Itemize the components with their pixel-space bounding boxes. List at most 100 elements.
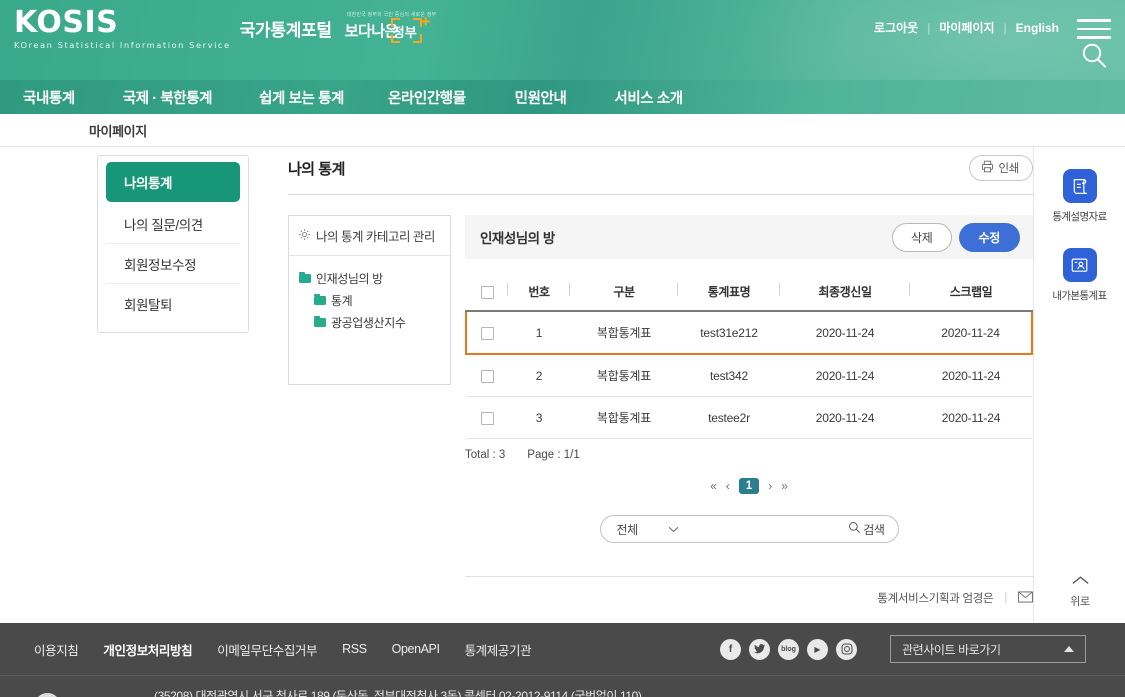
nav-item-civil-service[interactable]: 민원안내 — [515, 87, 567, 108]
sidebar-item-my-statistics[interactable]: 나의통계 — [106, 162, 240, 202]
nav-item-online-publications[interactable]: 온라인간행물 — [388, 87, 466, 108]
content-body: 나의 통계 카테고리 관리 인재성님의 방 통계 광공업생산지수 인재성님의 방… — [288, 215, 1033, 606]
sidebar-item-label: 나의통계 — [124, 176, 173, 191]
column-label: 통계표명 — [707, 285, 751, 299]
page-number-1[interactable]: 1 — [738, 478, 760, 494]
search-bar: 전체 검색 — [599, 515, 899, 543]
content-header: 나의 통계 인쇄 — [288, 155, 1033, 194]
row-last-updated: 2020-11-24 — [780, 354, 910, 397]
mail-icon[interactable] — [1018, 590, 1033, 606]
folder-icon — [314, 315, 326, 327]
row-type: 복합통계표 — [570, 396, 678, 439]
quick-item-viewed-tables[interactable]: 내가본통계표 — [1052, 248, 1107, 303]
scroll-to-top-label: 위로 — [1070, 596, 1090, 608]
quick-access-bar: 통계설명자료 내가본통계표 위로 — [1033, 147, 1125, 623]
search-input[interactable] — [688, 522, 849, 536]
folder-icon — [299, 271, 311, 283]
row-last-updated: 2020-11-24 — [780, 396, 910, 439]
gov-plus-icon: + — [420, 12, 431, 31]
room-header: 인재성님의 방 삭제 수정 — [465, 215, 1033, 259]
site-footer: 이용지침 개인정보처리방침 이메일무단수집거부 RSS OpenAPI 통계제공… — [0, 623, 1125, 697]
table-row[interactable]: 3 복합통계표 testee2r 2020-11-24 2020-11-24 — [466, 396, 1032, 439]
row-checkbox-cell — [466, 396, 508, 439]
logout-link[interactable]: 로그아웃 — [874, 19, 918, 36]
category-manage-label: 나의 통계 카테고리 관리 — [316, 230, 435, 244]
sidebar-item-label: 회원탈퇴 — [124, 298, 173, 313]
chevron-up-icon — [1071, 573, 1090, 591]
scroll-to-top-button[interactable]: 위로 — [1034, 573, 1125, 609]
kostat-emblem-icon — [34, 692, 61, 697]
nav-item-service-intro[interactable]: 서비스 소개 — [614, 87, 683, 108]
sidebar-item-my-questions[interactable]: 나의 질문/의견 — [106, 204, 240, 244]
edit-button[interactable]: 수정 — [958, 222, 1020, 252]
youtube-icon[interactable]: ▶ — [807, 638, 828, 660]
hamburger-icon[interactable] — [1077, 17, 1111, 41]
search-category-select[interactable]: 전체 — [617, 521, 679, 538]
facebook-icon[interactable]: f — [720, 638, 741, 660]
footer-link-privacy-policy[interactable]: 개인정보처리방침 — [103, 640, 192, 659]
footer-link-rss[interactable]: RSS — [342, 642, 367, 656]
row-checkbox[interactable] — [480, 411, 494, 425]
print-button[interactable]: 인쇄 — [969, 155, 1033, 181]
column-last-updated: 최종갱신일 — [780, 274, 910, 312]
nav-item-international-stats[interactable]: 국제 · 북한통계 — [123, 87, 213, 108]
english-link[interactable]: English — [1016, 21, 1059, 35]
tree-node-room[interactable]: 인재성님의 방 — [299, 270, 440, 287]
sidebar-item-withdraw[interactable]: 회원탈퇴 — [106, 284, 240, 324]
column-number: 번호 — [508, 274, 570, 312]
column-table-name: 통계표명 — [678, 274, 780, 312]
delete-button[interactable]: 삭제 — [892, 222, 952, 252]
footer-link-stat-providers[interactable]: 통계제공기관 — [465, 640, 532, 659]
instagram-icon[interactable] — [836, 638, 857, 660]
row-table-name[interactable]: testee2r — [678, 396, 780, 439]
table-row[interactable]: 2 복합통계표 test342 2020-11-24 2020-11-24 — [466, 354, 1032, 397]
room-title: 인재성님의 방 — [480, 231, 555, 246]
page-last-button[interactable]: » — [781, 479, 788, 493]
footer-divider: | — [1004, 592, 1007, 604]
sidebar-item-edit-profile[interactable]: 회원정보수정 — [106, 244, 240, 284]
blog-icon[interactable]: blog — [778, 638, 799, 660]
pagination: « ‹ 1 › » — [465, 478, 1033, 494]
footer-link-email-collection-refusal[interactable]: 이메일무단수집거부 — [217, 640, 317, 659]
site-logo[interactable]: KOSIS KOrean Statistical Information Ser… — [14, 8, 436, 51]
search-button[interactable]: 검색 — [848, 521, 885, 538]
footer-link-openapi[interactable]: OpenAPI — [392, 642, 440, 656]
row-checkbox[interactable] — [480, 369, 494, 383]
nav-item-easy-stats[interactable]: 쉽게 보는 통계 — [259, 87, 344, 108]
util-divider: | — [927, 20, 931, 35]
page-next-button[interactable]: › — [768, 479, 772, 493]
quick-item-stat-description[interactable]: 통계설명자료 — [1052, 169, 1107, 224]
content-footer: 통계서비스기획과 엄경은 | — [465, 576, 1033, 606]
row-type: 복합통계표 — [570, 310, 678, 355]
mypage-link[interactable]: 마이페이지 — [939, 19, 994, 36]
footer-link-usage-guide[interactable]: 이용지침 — [34, 640, 79, 659]
nav-item-domestic-stats[interactable]: 국내통계 — [23, 87, 75, 108]
related-sites-select[interactable]: 관련사이트 바로가기 — [890, 635, 1086, 663]
search-icon[interactable] — [1081, 42, 1108, 74]
tree-node-label: 광공업생산지수 — [331, 316, 406, 330]
page-indicator: Page : 1/1 — [527, 449, 580, 461]
table-header-row: 번호 구분 통계표명 최종갱신일 스크랩일 — [466, 274, 1032, 312]
category-tree: 인재성님의 방 통계 광공업생산지수 — [289, 256, 450, 384]
tree-node-statistics[interactable]: 통계 — [299, 292, 440, 309]
table-panel: 인재성님의 방 삭제 수정 번호 구분 통계표명 최종갱신일 스크랩일 1 복합… — [465, 215, 1033, 606]
utility-links: 로그아웃 | 마이페이지 | English — [874, 19, 1059, 36]
row-table-name[interactable]: test31e212 — [678, 310, 780, 355]
page-first-button[interactable]: « — [710, 479, 717, 493]
row-table-name[interactable]: test342 — [678, 354, 780, 397]
table-row[interactable]: 1 복합통계표 test31e212 2020-11-24 2020-11-24 — [465, 310, 1033, 355]
row-checkbox[interactable] — [481, 326, 494, 340]
twitter-icon[interactable] — [749, 638, 770, 660]
tree-node-label: 통계 — [331, 294, 353, 308]
select-all-checkbox[interactable] — [480, 285, 494, 299]
caret-up-icon — [1064, 646, 1074, 652]
tree-node-mining-index[interactable]: 광공업생산지수 — [299, 314, 440, 331]
row-scrap-date: 2020-11-24 — [910, 396, 1032, 439]
page-prev-button[interactable]: ‹ — [726, 479, 730, 493]
page-title: 나의 통계 — [288, 160, 345, 178]
table-meta: Total : 3 Page : 1/1 — [465, 449, 1033, 461]
category-manage-button[interactable]: 나의 통계 카테고리 관리 — [289, 216, 450, 256]
footer-links-row: 이용지침 개인정보처리방침 이메일무단수집거부 RSS OpenAPI 통계제공… — [0, 623, 1125, 676]
row-checkbox-cell — [466, 354, 508, 397]
social-links: f blog ▶ — [720, 638, 857, 660]
